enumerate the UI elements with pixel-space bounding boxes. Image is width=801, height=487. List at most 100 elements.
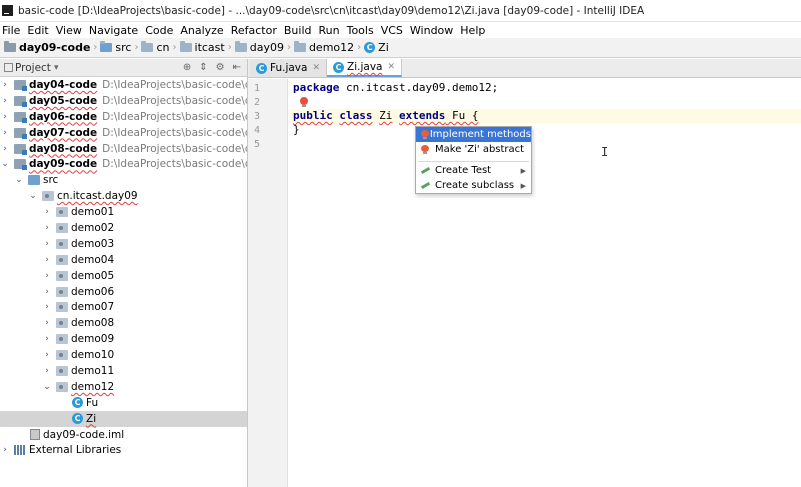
chevron-right-icon[interactable]: › — [42, 287, 52, 297]
crumb-cn[interactable]: cn › — [141, 41, 179, 54]
tree-item-day04-code[interactable]: › day04-code D:\IdeaProjects\basic-code\… — [0, 77, 247, 93]
tree-item-demo07[interactable]: › demo07 — [0, 299, 247, 315]
chevron-right-icon: › — [227, 42, 232, 53]
intention-bulb-icon[interactable] — [299, 97, 308, 108]
chevron-down-icon[interactable]: ⌄ — [0, 159, 10, 169]
chevron-right-icon[interactable]: › — [42, 207, 52, 217]
chevron-right-icon[interactable]: › — [42, 239, 52, 249]
tab-fu-java[interactable]: C Fu.java ✕ — [250, 59, 328, 77]
collapse-all-icon[interactable]: ⇕ — [199, 62, 207, 73]
close-icon[interactable]: ✕ — [387, 62, 395, 72]
package-icon — [56, 381, 68, 392]
chevron-down-icon[interactable]: ⌄ — [14, 175, 24, 185]
chevron-right-icon[interactable]: › — [42, 366, 52, 376]
tree-item-demo09[interactable]: › demo09 — [0, 331, 247, 347]
menu-analyze[interactable]: Analyze — [178, 24, 228, 37]
package-icon — [56, 238, 68, 249]
tree-item-demo02[interactable]: › demo02 — [0, 220, 247, 236]
menu-code[interactable]: Code — [143, 24, 178, 37]
tree-item-day08-code[interactable]: › day08-code D:\IdeaProjects\basic-code\… — [0, 141, 247, 157]
hide-panel-icon[interactable]: ⇤ — [233, 62, 241, 73]
tree-item-demo05[interactable]: › demo05 — [0, 268, 247, 284]
tree-item-demo01[interactable]: › demo01 — [0, 204, 247, 220]
chevron-right-icon[interactable]: › — [0, 112, 10, 122]
tree-item-package[interactable]: ⌄ cn.itcast.day09 — [0, 188, 247, 204]
scroll-from-source-icon[interactable]: ⊕ — [183, 62, 191, 73]
tree-item-demo08[interactable]: › demo08 — [0, 315, 247, 331]
popup-item-label: Create subclass — [435, 180, 515, 191]
menu-build[interactable]: Build — [282, 24, 317, 37]
module-icon — [14, 143, 27, 155]
dropdown-arrow-icon[interactable]: ▾ — [54, 63, 59, 73]
tree-item-day09-code[interactable]: ⌄ day09-code D:\IdeaProjects\basic-code\… — [0, 156, 247, 172]
project-panel-title[interactable]: Project — [15, 62, 51, 74]
popup-item-create-subclass[interactable]: Create subclass ▶ — [416, 178, 531, 193]
tree-item-iml[interactable]: day09-code.iml — [0, 427, 247, 443]
keyword: class — [339, 109, 373, 122]
chevron-right-icon[interactable]: › — [42, 255, 52, 265]
chevron-right-icon[interactable]: › — [42, 350, 52, 360]
class-icon: C — [364, 42, 376, 53]
chevron-right-icon[interactable]: › — [42, 271, 52, 281]
package-icon — [56, 318, 68, 329]
chevron-right-icon[interactable]: › — [0, 445, 10, 455]
chevron-right-icon[interactable]: › — [0, 80, 10, 90]
chevron-down-icon[interactable]: ⌄ — [42, 382, 52, 392]
tree-item-zi[interactable]: C Zi — [0, 410, 247, 427]
package-icon — [56, 350, 68, 361]
menu-tools[interactable]: Tools — [345, 24, 379, 37]
crumb-src[interactable]: src › — [100, 41, 141, 54]
package-label: demo07 — [71, 301, 115, 314]
tree-item-fu[interactable]: C Fu — [0, 395, 247, 411]
menu-window[interactable]: Window — [408, 24, 458, 37]
package-icon — [56, 334, 68, 345]
tab-zi-java[interactable]: C Zi.java ✕ — [327, 59, 403, 77]
module-path: D:\IdeaProjects\basic-code\day07-co — [102, 126, 247, 139]
chevron-right-icon[interactable]: › — [42, 318, 52, 328]
tree-item-demo10[interactable]: › demo10 — [0, 347, 247, 363]
class-icon: C — [72, 413, 83, 425]
crumb-zi[interactable]: C Zi — [364, 41, 389, 54]
tree-item-day06-code[interactable]: › day06-code D:\IdeaProjects\basic-code\… — [0, 109, 247, 125]
menu-file[interactable]: File — [0, 24, 25, 37]
menu-edit[interactable]: Edit — [25, 24, 53, 37]
code-text: cn.itcast.day09.demo12; — [339, 81, 499, 94]
menu-run[interactable]: Run — [317, 24, 345, 37]
crumb-module[interactable]: day09-code › — [4, 41, 100, 54]
chevron-right-icon[interactable]: › — [42, 223, 52, 233]
menu-refactor[interactable]: Refactor — [229, 24, 282, 37]
class-name: Zi — [379, 109, 393, 122]
tree-item-demo04[interactable]: › demo04 — [0, 252, 247, 268]
package-label: demo12 — [71, 380, 115, 393]
crumb-itcast[interactable]: itcast › — [179, 41, 235, 54]
chevron-down-icon[interactable]: ⌄ — [28, 191, 38, 201]
menu-help[interactable]: Help — [458, 24, 490, 37]
tree-item-day05-code[interactable]: › day05-code D:\IdeaProjects\basic-code\… — [0, 93, 247, 109]
close-icon[interactable]: ✕ — [312, 63, 320, 73]
tree-item-demo11[interactable]: › demo11 — [0, 363, 247, 379]
crumb-demo12[interactable]: demo12 › — [293, 41, 364, 54]
chevron-right-icon[interactable]: › — [0, 128, 10, 138]
chevron-right-icon[interactable]: › — [42, 334, 52, 344]
popup-item-implement-methods[interactable]: Implement methods — [416, 127, 531, 142]
menu-vcs[interactable]: VCS — [379, 24, 408, 37]
tab-label: Zi.java — [347, 61, 383, 73]
chevron-right-icon[interactable]: › — [42, 302, 52, 312]
crumb-day09[interactable]: day09 › — [234, 41, 294, 54]
tree-item-day07-code[interactable]: › day07-code D:\IdeaProjects\basic-code\… — [0, 125, 247, 141]
chevron-right-icon[interactable]: › — [0, 144, 10, 154]
popup-item-create-test[interactable]: Create Test ▶ — [416, 163, 531, 178]
package-icon — [56, 302, 68, 313]
popup-item-make-abstract[interactable]: Make 'Zi' abstract — [416, 142, 531, 157]
package-folder-icon — [293, 41, 306, 52]
gear-icon[interactable]: ⚙ — [216, 62, 225, 73]
chevron-right-icon[interactable]: › — [0, 96, 10, 106]
code-editor[interactable]: package cn.itcast.day09.demo12; public c… — [289, 79, 801, 487]
tree-item-demo03[interactable]: › demo03 — [0, 236, 247, 252]
menu-navigate[interactable]: Navigate — [87, 24, 143, 37]
tree-item-external-libraries[interactable]: › External Libraries — [0, 442, 247, 458]
menu-view[interactable]: View — [54, 24, 87, 37]
tree-item-demo06[interactable]: › demo06 — [0, 284, 247, 300]
tree-item-src[interactable]: ⌄ src — [0, 172, 247, 188]
tree-item-demo12[interactable]: ⌄ demo12 — [0, 379, 247, 395]
